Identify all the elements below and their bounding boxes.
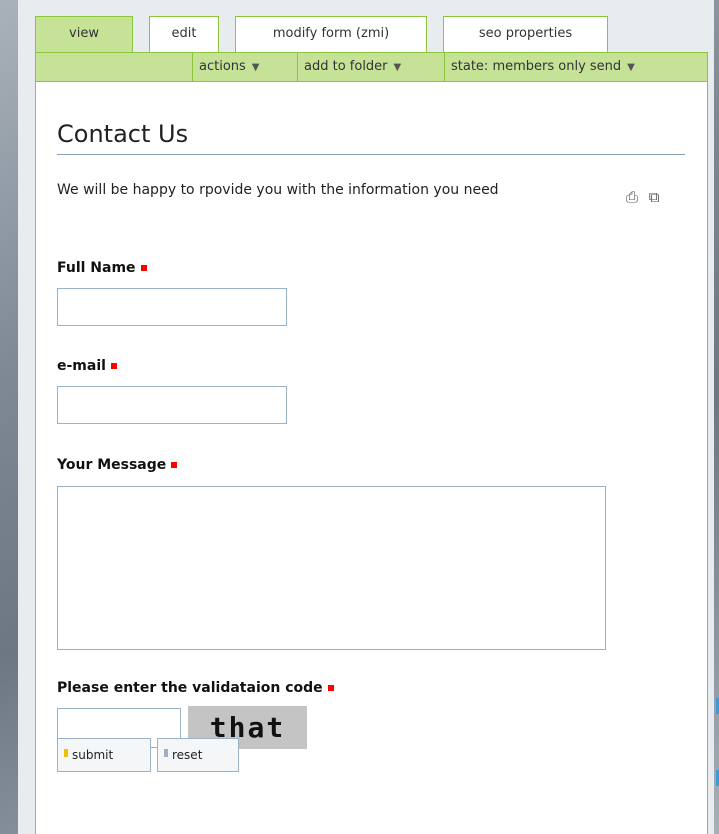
email-label: e-mail — [57, 358, 117, 374]
fullscreen-icon[interactable]: ⧉ — [649, 188, 660, 206]
actions-menu[interactable]: actions ▼ — [192, 53, 297, 81]
submit-button[interactable]: submit — [57, 738, 151, 772]
full-name-label-text: Full Name — [57, 260, 136, 276]
reset-button[interactable]: reset — [157, 738, 239, 772]
tab-modify-form[interactable]: modify form (zmi) — [235, 16, 427, 52]
full-name-label: Full Name — [57, 260, 147, 276]
chevron-down-icon: ▼ — [627, 62, 635, 73]
submit-button-label: submit — [72, 748, 114, 762]
required-marker — [140, 265, 147, 271]
actions-menu-label: actions — [199, 59, 246, 74]
tab-seo-properties[interactable]: seo properties — [443, 16, 608, 52]
tab-modify-form-label: modify form (zmi) — [272, 26, 390, 41]
submit-icon — [64, 749, 68, 757]
email-input[interactable] — [57, 386, 287, 424]
message-textarea[interactable] — [57, 486, 606, 650]
full-name-input[interactable] — [57, 288, 287, 326]
tab-view-label: view — [69, 26, 99, 41]
action-bar: actions ▼ add to folder ▼ state: members o… — [35, 52, 708, 82]
validation-label: Please enter the validataion code — [57, 680, 334, 696]
add-to-folder-menu[interactable]: add to folder ▼ — [297, 53, 444, 81]
reset-button-label: reset — [172, 748, 203, 762]
required-marker — [327, 685, 334, 691]
tab-view[interactable]: view — [35, 16, 133, 52]
document-actions: ⎙ ⧉ — [626, 188, 660, 206]
validation-label-text: Please enter the validataion code — [57, 680, 323, 696]
page-title: Contact Us — [57, 120, 685, 155]
message-label-text: Your Message — [57, 457, 167, 473]
tab-edit-label: edit — [171, 26, 197, 41]
required-marker — [171, 462, 178, 468]
main-content: Contact Us We will be happy to rpovide y… — [35, 82, 708, 834]
add-to-folder-label: add to folder — [304, 59, 388, 74]
tab-seo-properties-label: seo properties — [478, 26, 573, 41]
tab-edit[interactable]: edit — [149, 16, 219, 52]
email-label-text: e-mail — [57, 358, 106, 374]
page-description: We will be happy to rpovide you with the… — [57, 182, 499, 198]
chevron-down-icon: ▼ — [251, 62, 260, 73]
required-marker — [110, 363, 117, 369]
content-tabs: view edit modify form (zmi) seo properti… — [18, 16, 714, 52]
chevron-down-icon: ▼ — [393, 62, 402, 73]
reset-icon — [164, 749, 168, 757]
state-menu-label: state: members only send — [451, 59, 622, 74]
message-label: Your Message — [57, 457, 178, 473]
print-icon[interactable]: ⎙ — [626, 188, 638, 206]
state-menu[interactable]: state: members only send ▼ — [444, 53, 707, 81]
